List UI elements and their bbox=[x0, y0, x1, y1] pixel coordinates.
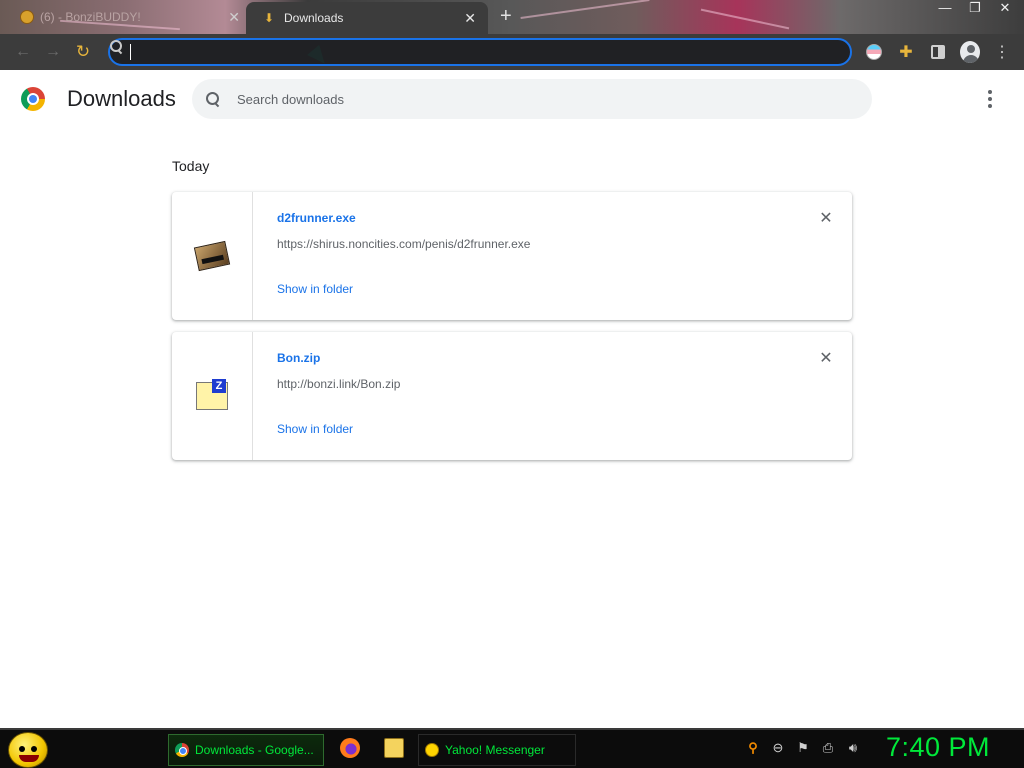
volume-icon[interactable]: 🔊︎ bbox=[845, 740, 861, 756]
clock[interactable]: 7:40 PM bbox=[886, 732, 990, 763]
taskbar-item-label: Downloads - Google... bbox=[195, 743, 314, 757]
show-in-folder-link[interactable]: Show in folder bbox=[277, 282, 353, 296]
zip-file-icon: Z bbox=[196, 379, 228, 410]
page-header: Downloads bbox=[0, 70, 1024, 128]
reload-icon[interactable]: ↻ bbox=[68, 37, 98, 67]
action-center-flag-icon[interactable]: ⚑ bbox=[795, 740, 811, 756]
exe-file-icon bbox=[193, 240, 231, 272]
taskbar-item-label: Yahoo! Messenger bbox=[445, 743, 545, 757]
taskbar-item-chrome[interactable]: Downloads - Google... bbox=[168, 734, 324, 766]
address-bar[interactable] bbox=[108, 38, 852, 66]
tab-title: Downloads bbox=[284, 11, 344, 25]
forward-icon[interactable]: → bbox=[38, 37, 68, 67]
search-icon bbox=[206, 92, 220, 106]
firefox-icon[interactable] bbox=[340, 738, 360, 758]
download-favicon-icon: ⬇ bbox=[263, 11, 275, 25]
toolbar-right: ✚ ⋮ bbox=[864, 38, 1012, 66]
yahoo-messenger-icon bbox=[425, 743, 439, 757]
file-url: https://shirus.noncities.com/penis/d2fru… bbox=[277, 237, 531, 251]
system-tray: ⚲ ⊖ ⚑ ⎙ 🔊︎ bbox=[745, 740, 861, 756]
file-url: http://bonzi.link/Bon.zip bbox=[277, 377, 401, 391]
browser-toolbar: ← → ↻ ✚ ⋮ bbox=[0, 34, 1024, 70]
window-controls: — ❐ ✕ bbox=[936, 0, 1014, 16]
minimize-icon[interactable]: — bbox=[936, 0, 954, 16]
start-button[interactable] bbox=[8, 732, 48, 768]
tab-downloads[interactable]: ⬇ Downloads ✕ bbox=[246, 2, 488, 34]
tab-title: (6) - BonziBUDDY! bbox=[40, 10, 141, 24]
minus-icon[interactable]: ⊖ bbox=[770, 740, 786, 756]
remove-icon[interactable]: ✕ bbox=[816, 208, 836, 228]
network-icon[interactable]: ⎙ bbox=[820, 740, 836, 756]
search-downloads-input[interactable] bbox=[237, 91, 837, 107]
file-icon-column bbox=[172, 192, 253, 320]
tab-bonzibuddy[interactable]: (6) - BonziBUDDY! ✕ bbox=[10, 4, 246, 30]
download-item: d2frunner.exe https://shirus.noncities.c… bbox=[172, 192, 852, 320]
menu-icon[interactable]: ⋮ bbox=[992, 38, 1012, 66]
close-window-icon[interactable]: ✕ bbox=[996, 0, 1014, 16]
download-item: Z Bon.zip http://bonzi.link/Bon.zip Show… bbox=[172, 332, 852, 460]
extensions-icon[interactable]: ✚ bbox=[896, 38, 916, 66]
search-icon[interactable]: ⚲ bbox=[745, 740, 761, 756]
address-input[interactable] bbox=[131, 44, 791, 60]
more-actions-icon[interactable] bbox=[982, 88, 998, 110]
profile-icon[interactable] bbox=[960, 38, 980, 66]
taskbar-item-yahoo-messenger[interactable]: Yahoo! Messenger bbox=[418, 734, 576, 766]
file-name-link[interactable]: d2frunner.exe bbox=[277, 211, 356, 225]
tab-strip: (6) - BonziBUDDY! ✕ ⬇ Downloads ✕ + — ❐ … bbox=[0, 0, 1024, 34]
close-icon[interactable]: ✕ bbox=[228, 9, 240, 26]
close-icon[interactable]: ✕ bbox=[464, 10, 476, 27]
restore-icon[interactable]: ❐ bbox=[966, 0, 984, 16]
downloads-page: Downloads Today d2frunner.exe https://sh… bbox=[0, 70, 1024, 728]
folder-icon[interactable] bbox=[384, 738, 404, 758]
side-panel-icon[interactable] bbox=[928, 38, 948, 66]
trans-flag-icon[interactable] bbox=[864, 38, 884, 66]
remove-icon[interactable]: ✕ bbox=[816, 348, 836, 368]
back-icon[interactable]: ← bbox=[8, 37, 38, 67]
file-icon-column: Z bbox=[172, 332, 253, 460]
file-name-link[interactable]: Bon.zip bbox=[277, 351, 320, 365]
taskbar: Downloads - Google... Yahoo! Messenger ⚲… bbox=[0, 728, 1024, 768]
search-downloads-box[interactable] bbox=[192, 79, 872, 119]
bonzi-favicon-icon bbox=[20, 10, 34, 24]
section-date: Today bbox=[172, 158, 210, 174]
chrome-icon bbox=[175, 743, 189, 757]
page-title: Downloads bbox=[67, 86, 176, 111]
show-in-folder-link[interactable]: Show in folder bbox=[277, 422, 353, 436]
new-tab-button[interactable]: + bbox=[500, 6, 512, 26]
chrome-logo-icon bbox=[21, 87, 45, 111]
